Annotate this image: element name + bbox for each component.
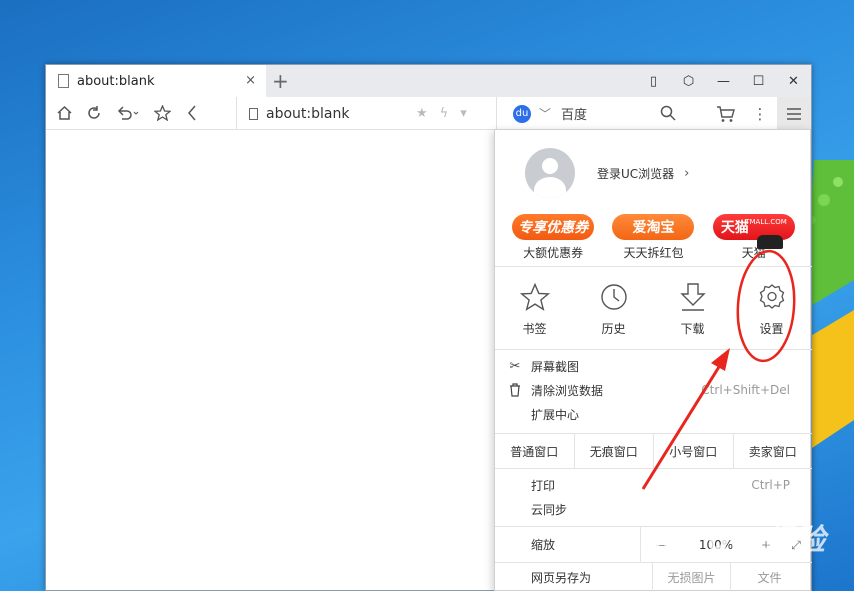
gear-icon xyxy=(757,282,787,312)
promo-taobao[interactable]: 爱淘宝 天天拆红包 xyxy=(612,214,695,261)
quick-actions: 书签 历史 下载 设置 xyxy=(495,278,812,348)
incognito-window-button[interactable]: 无痕窗口 xyxy=(575,434,654,468)
avatar[interactable] xyxy=(525,148,575,198)
search-engine-label[interactable]: 百度 xyxy=(561,104,587,123)
login-area[interactable]: 登录UC浏览器 › xyxy=(525,148,689,198)
address-text[interactable]: about:blank xyxy=(266,106,349,122)
more-vertical-icon[interactable]: ⋮ xyxy=(743,97,777,130)
history-label: 历史 xyxy=(601,322,626,336)
baidu-paw-icon[interactable]: du xyxy=(513,104,531,123)
toolbar: about:blank ★ ϟ ▾ du ﹀ 百度 ⋮ xyxy=(46,97,811,130)
bookmarks-button[interactable]: 书签 xyxy=(495,278,574,348)
address-dropdown-icon[interactable]: ▾ xyxy=(460,106,467,121)
favorite-star-icon[interactable]: ★ xyxy=(416,106,428,121)
promo-coupon-banner[interactable]: 专享优惠券 xyxy=(512,214,595,240)
address-actions: ★ ϟ ▾ xyxy=(416,97,467,130)
search-icon[interactable] xyxy=(660,105,676,124)
sync-label: 云同步 xyxy=(531,502,568,517)
downloads-button[interactable]: 下载 xyxy=(653,278,732,348)
zoom-label: 缩放 xyxy=(531,538,556,552)
history-button[interactable]: 历史 xyxy=(574,278,653,348)
divider xyxy=(495,266,812,267)
downloads-label: 下载 xyxy=(680,322,705,336)
close-window-button[interactable]: ✕ xyxy=(776,65,811,97)
extensions-label: 扩展中心 xyxy=(531,407,580,422)
tmall-cat-icon xyxy=(756,235,783,249)
lightning-icon[interactable]: ϟ xyxy=(440,106,449,121)
undo-close-icon[interactable] xyxy=(109,97,147,130)
document-icon xyxy=(249,107,258,120)
home-icon[interactable] xyxy=(49,97,79,130)
tab-about-blank[interactable]: about:blank × xyxy=(46,65,266,97)
tab-title: about:blank xyxy=(77,73,155,89)
settings-label: 设置 xyxy=(759,322,784,336)
clear-data-item[interactable]: 清除浏览数据 Ctrl+Shift+Del xyxy=(495,378,812,402)
print-item[interactable]: 打印 Ctrl+P xyxy=(495,473,812,497)
minimize-button[interactable]: — xyxy=(706,65,741,97)
new-tab-button[interactable]: + xyxy=(272,69,289,93)
back-icon[interactable] xyxy=(177,97,207,130)
promo-taobao-caption: 天天拆红包 xyxy=(623,246,684,260)
menu-hamburger-icon[interactable] xyxy=(777,97,811,130)
download-icon xyxy=(678,282,708,312)
refresh-icon[interactable] xyxy=(79,97,109,130)
promo-tmall[interactable]: 天猫 TMALL.COM 天猫 xyxy=(712,214,795,261)
promo-tmall-banner[interactable]: 天猫 TMALL.COM xyxy=(712,214,795,249)
chevron-down-icon[interactable]: ﹀ xyxy=(539,105,551,122)
cart-icon[interactable] xyxy=(709,97,743,130)
clear-data-shortcut: Ctrl+Shift+Del xyxy=(701,383,790,397)
seller-window-button[interactable]: 卖家窗口 xyxy=(734,434,813,468)
promo-taobao-banner[interactable]: 爱淘宝 xyxy=(612,214,695,240)
toolbar-right: ⋮ xyxy=(709,97,811,130)
clock-icon xyxy=(599,282,629,312)
maximize-button[interactable]: ☐ xyxy=(741,65,776,97)
page-icon xyxy=(58,74,69,88)
star-outline-icon xyxy=(519,282,550,312)
alt-account-window-button[interactable]: 小号窗口 xyxy=(654,434,734,468)
screenshot-label: 屏幕截图 xyxy=(531,359,580,374)
save-file-button[interactable]: 文件 xyxy=(730,562,808,591)
tmall-tag: TMALL.COM xyxy=(745,218,787,226)
watermark-url: jingyan.baidu.com xyxy=(652,548,754,561)
save-lossless-image-button[interactable]: 无损图片 xyxy=(652,562,730,591)
save-as-row: 网页另存为 无损图片 文件 xyxy=(495,562,812,591)
tools-list: ✂ 屏幕截图 清除浏览数据 Ctrl+Shift+Del 扩展中心 xyxy=(495,354,812,426)
tab-bar: about:blank × + ▯ ⬡ — ☐ ✕ xyxy=(46,65,811,97)
window-mode-row: 普通窗口 无痕窗口 小号窗口 卖家窗口 xyxy=(495,433,812,469)
promo-coupon-caption: 大额优惠券 xyxy=(523,246,584,260)
save-as-label[interactable]: 网页另存为 xyxy=(531,569,591,586)
screenshot-item[interactable]: ✂ 屏幕截图 xyxy=(495,354,812,378)
trash-icon xyxy=(507,382,523,398)
print-shortcut: Ctrl+P xyxy=(751,478,790,492)
window-controls: ▯ ⬡ — ☐ ✕ xyxy=(636,65,811,97)
chevron-right-icon: › xyxy=(684,165,690,181)
print-label: 打印 xyxy=(531,478,556,493)
skin-icon[interactable]: ⬡ xyxy=(671,65,706,97)
compact-mode-icon[interactable]: ▯ xyxy=(636,65,671,97)
login-link[interactable]: 登录UC浏览器 xyxy=(597,165,674,182)
normal-window-button[interactable]: 普通窗口 xyxy=(495,434,575,468)
search-box[interactable]: du ﹀ 百度 xyxy=(496,97,696,130)
settings-button[interactable]: 设置 xyxy=(732,278,811,348)
clear-data-label: 清除浏览数据 xyxy=(531,383,604,398)
extensions-item[interactable]: 扩展中心 xyxy=(495,402,812,426)
promo-row: 专享优惠券 大额优惠券 爱淘宝 天天拆红包 天猫 TMALL.COM 天猫 xyxy=(495,214,812,261)
actions-list: 打印 Ctrl+P 云同步 xyxy=(495,473,812,521)
bookmarks-label: 书签 xyxy=(522,322,547,336)
scissors-icon: ✂ xyxy=(509,358,521,374)
star-icon[interactable] xyxy=(147,97,177,130)
tab-close-icon[interactable]: × xyxy=(245,73,256,88)
divider xyxy=(495,349,812,350)
promo-coupon[interactable]: 专享优惠券 大额优惠券 xyxy=(512,214,595,261)
